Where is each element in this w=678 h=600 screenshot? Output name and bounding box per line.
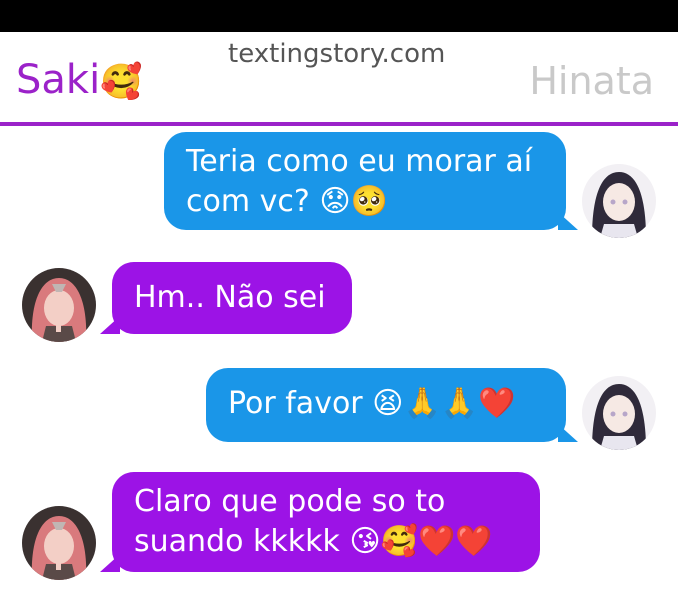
bubble-tail	[558, 424, 578, 442]
message-line: suando kkkkk 😘🥰❤️❤️	[134, 524, 493, 559]
message-bubble-sent[interactable]: Teria como eu morar aí com vc? 😟🥺	[164, 132, 578, 230]
message-line: com vc? 😟🥺	[186, 184, 388, 219]
avatar-hinata[interactable]	[582, 164, 656, 238]
message-row: Hm.. Não sei	[0, 258, 678, 348]
message-row: Claro que pode so to suando kkkkk 😘🥰❤️❤️	[0, 470, 678, 594]
watermark: textingstory.com	[228, 39, 446, 69]
bubble-tail	[100, 316, 120, 334]
message-line: Teria como eu morar aí	[186, 144, 533, 179]
message-row: Por favor 😫🙏🙏❤️	[0, 364, 678, 454]
bubble-tail	[558, 212, 578, 230]
contact-name-left[interactable]: Saki🥰	[16, 56, 143, 106]
message-line: Claro que pode so to	[134, 484, 446, 519]
message-row: Teria como eu morar aí com vc? 😟🥺	[0, 126, 678, 238]
chat-header: Saki🥰 textingstory.com Hinata	[0, 32, 678, 124]
avatar-saki[interactable]	[22, 268, 96, 342]
message-bubble-received[interactable]: Hm.. Não sei	[100, 262, 352, 334]
heart-face-emoji-icon: 🥰	[100, 62, 143, 102]
status-bar	[0, 0, 678, 32]
left-name-text: Saki	[16, 57, 101, 103]
contact-name-right[interactable]: Hinata	[529, 58, 654, 104]
message-bubble-received[interactable]: Claro que pode so to suando kkkkk 😘🥰❤️❤️	[100, 472, 540, 572]
avatar-hinata[interactable]	[582, 376, 656, 450]
bubble-tail	[100, 554, 120, 572]
message-line: Por favor 😫🙏🙏❤️	[228, 386, 516, 421]
message-line: Hm.. Não sei	[134, 280, 326, 315]
chat-area[interactable]: Teria como eu morar aí com vc? 😟🥺 Hm.. N…	[0, 126, 678, 600]
avatar-saki[interactable]	[22, 506, 96, 580]
message-bubble-sent[interactable]: Por favor 😫🙏🙏❤️	[206, 368, 578, 442]
